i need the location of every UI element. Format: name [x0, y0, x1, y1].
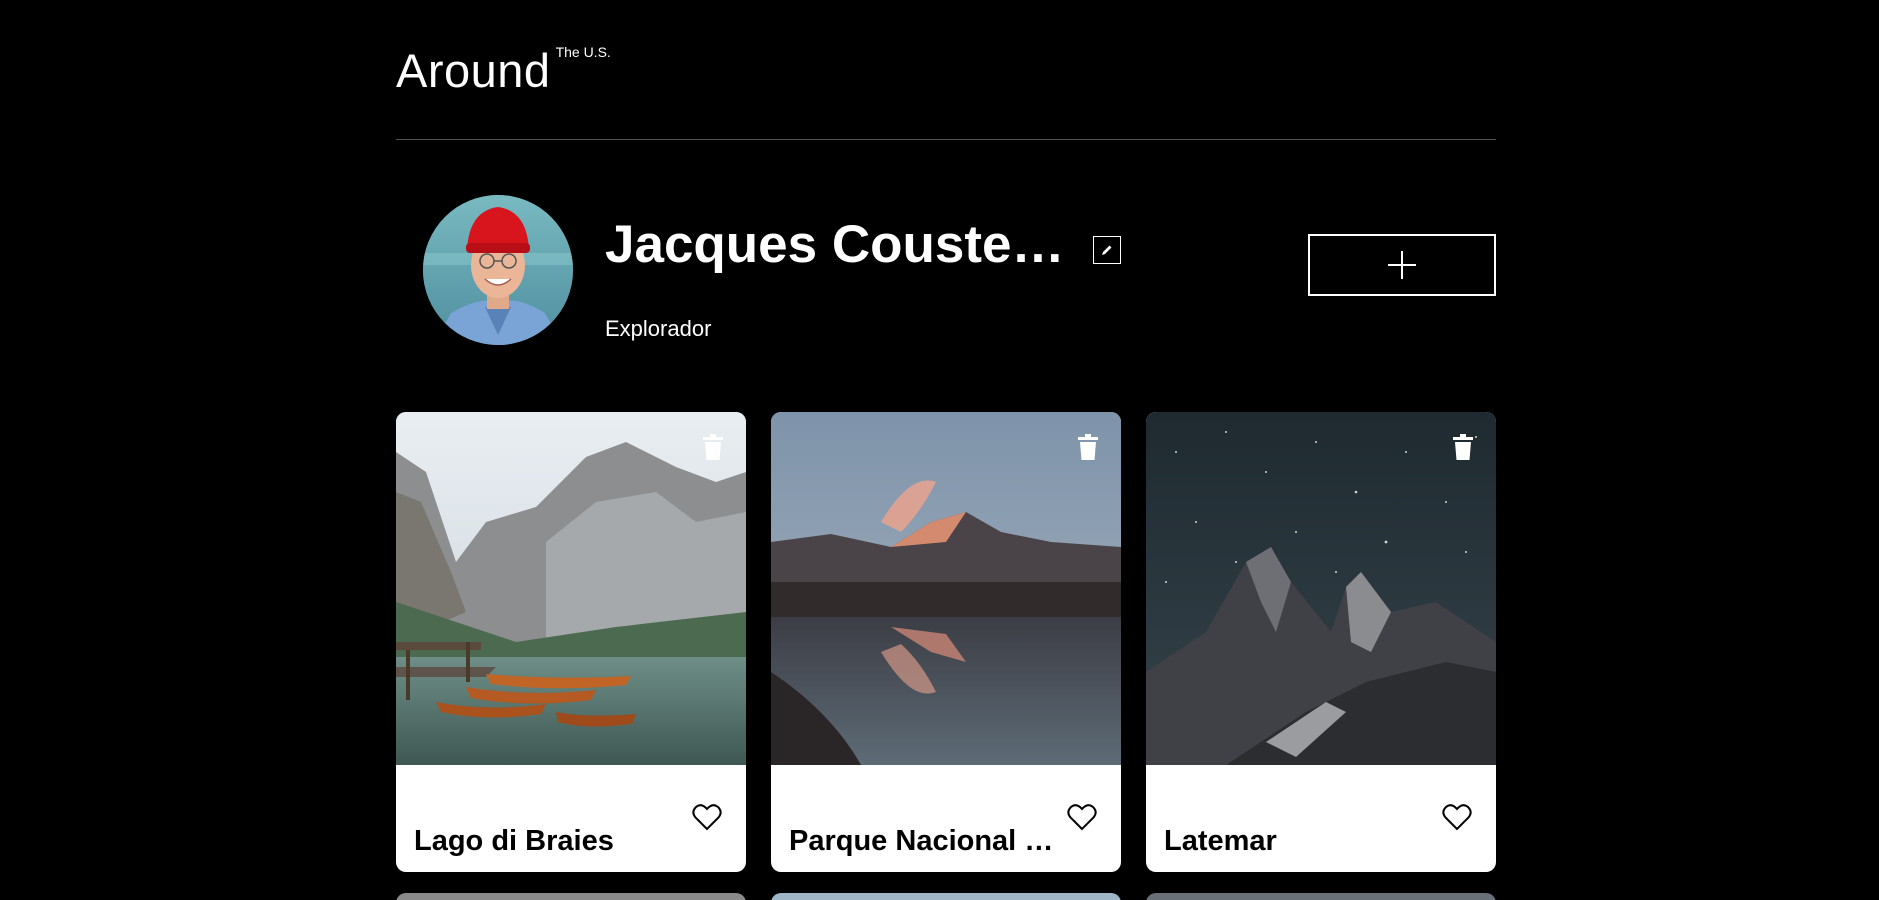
pencil-icon — [1102, 245, 1112, 255]
header: Around The U.S. — [396, 0, 1496, 140]
trash-icon[interactable] — [1451, 434, 1475, 460]
profile: Jacques Cousteau Explorador — [396, 195, 1496, 345]
profile-name: Jacques Cousteau — [605, 215, 1065, 274]
page: Around The U.S. Jacques Cousteau Explora… — [0, 0, 1879, 900]
card-partial[interactable] — [396, 893, 746, 900]
card-image[interactable] — [1146, 412, 1496, 765]
heart-icon[interactable] — [1067, 803, 1097, 831]
card-image[interactable] — [771, 412, 1121, 765]
card-image[interactable] — [396, 412, 746, 765]
card-title: Latemar — [1164, 825, 1277, 858]
cards-grid: Lago di Braies Parque Nacional de Latema… — [396, 412, 1496, 900]
logo-superscript: The U.S. — [555, 44, 611, 60]
plus-icon — [1388, 251, 1416, 279]
heart-icon[interactable] — [1442, 803, 1472, 831]
card-partial[interactable] — [1146, 893, 1496, 900]
card: Parque Nacional de la Vanoise — [771, 412, 1121, 872]
trash-icon[interactable] — [701, 434, 725, 460]
card: Latemar — [1146, 412, 1496, 872]
heart-icon[interactable] — [692, 803, 722, 831]
edit-profile-button[interactable] — [1093, 236, 1121, 264]
card-footer: Latemar — [1146, 765, 1496, 872]
logo: Around The U.S. — [396, 45, 611, 97]
trash-icon[interactable] — [1076, 434, 1100, 460]
avatar[interactable] — [423, 195, 573, 345]
card-title: Lago di Braies — [414, 825, 614, 858]
profile-about: Explorador — [605, 316, 712, 341]
main-container: Around The U.S. Jacques Cousteau Explora… — [396, 0, 1496, 900]
card-footer: Parque Nacional de la Vanoise — [771, 765, 1121, 872]
card-footer: Lago di Braies — [396, 765, 746, 872]
card-title: Parque Nacional de la Vanoise — [789, 825, 1059, 858]
logo-text: Around — [396, 44, 551, 97]
card: Lago di Braies — [396, 412, 746, 872]
add-card-button[interactable] — [1308, 234, 1496, 296]
card-partial[interactable] — [771, 893, 1121, 900]
